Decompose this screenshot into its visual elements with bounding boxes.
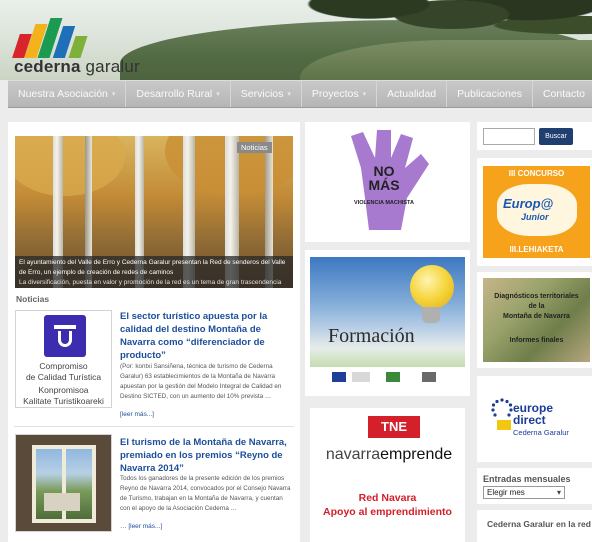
site-header: cederna garalur <box>0 0 592 80</box>
news-text-2: Todos los ganadores de la presente edici… <box>120 475 291 512</box>
slider-caption: El ayuntamiento del Valle de Erro y Cede… <box>15 256 293 288</box>
news-title-2[interactable]: El turismo de la Montaña de Navarra, pre… <box>120 436 292 475</box>
funding-logos <box>310 367 465 387</box>
banner-formacion[interactable]: Formación <box>310 257 465 387</box>
banner-europe-direct[interactable]: europe direct Cederna Garalur <box>483 384 590 454</box>
news-read-more-2[interactable]: … [leer más...] <box>120 523 162 530</box>
nav-item-publicaciones[interactable]: Publicaciones <box>447 81 533 107</box>
diag-line-4: Informes finales <box>509 337 564 344</box>
nomas-subtitle: VIOLENCIA MACHISTA <box>354 200 414 206</box>
direct-word: direct <box>513 413 546 427</box>
news-read-more-2-label[interactable]: [leer más...] <box>128 523 162 530</box>
emprende-word: emprende <box>380 446 453 463</box>
europe-direct-bar <box>497 420 511 430</box>
header-trees <box>270 0 592 60</box>
banner-europa-junior[interactable]: III CONCURSO Europ@ Junior III.LEHIAKETA <box>483 166 590 258</box>
europe-direct-org: Cederna Garalur <box>513 428 569 437</box>
nomas-line-2: MÁS <box>368 177 400 193</box>
calidad-line-3: Konpromisoa <box>38 385 89 395</box>
news-divider <box>14 426 294 427</box>
nomas-title: NO MÁS <box>349 164 419 192</box>
calidad-line-4: Kalitate Turistikoareki <box>23 396 104 406</box>
formacion-title: Formación <box>328 325 415 347</box>
nav-item-proyectos[interactable]: Proyectos <box>302 81 378 107</box>
calidad-line-1: Compromiso <box>39 361 88 371</box>
nav-item-actualidad[interactable]: Actualidad <box>377 81 448 107</box>
diag-line-2: de la <box>528 303 545 310</box>
featured-slider[interactable]: Noticias El ayuntamiento del Valle de Er… <box>15 136 293 288</box>
concurso-subtitle: III.LEHIAKETA <box>509 245 564 254</box>
lightbulb-icon <box>410 265 454 309</box>
concurso-title: III CONCURSO <box>508 169 565 178</box>
logo-text-rest: garalur <box>80 57 140 76</box>
archive-title: Entradas mensuales <box>483 474 571 484</box>
social-widget-title: Cederna Garalur en la red <box>487 519 591 529</box>
lightbulb-base <box>422 307 440 323</box>
eu-stars-icon <box>491 398 513 417</box>
slider-caption-text-2: La diversificación, puesta en valor y pr… <box>19 279 282 286</box>
diag-line-1: Diagnósticos territoriales <box>494 293 579 300</box>
navarra-emprende-wordmark: navarraemprende <box>314 446 464 464</box>
nav-item-contacto[interactable]: Contacto <box>533 81 592 107</box>
concurso-logo-junior: Junior <box>521 212 549 222</box>
search-input[interactable] <box>483 128 535 145</box>
logo-text-bold: cederna <box>14 57 81 76</box>
banner-diagnosticos[interactable]: Diagnósticos territoriales de la Montaña… <box>483 278 590 362</box>
nav-item-nuestra-asociacion[interactable]: Nuestra Asociación <box>8 81 127 107</box>
nav-item-servicios[interactable]: Servicios <box>231 81 302 107</box>
news-text-1: (Por: kontxi Sansiñena, técnica de turis… <box>120 363 282 400</box>
news-thumbnail-calidad[interactable]: Compromiso de Calidad Turística Konpromi… <box>15 310 112 408</box>
site-logo-text[interactable]: cederna garalur <box>14 57 140 77</box>
red-navarra-line-2: Apoyo al emprendimiento <box>323 506 452 518</box>
news-read-more-1[interactable]: [leer más...] <box>120 411 154 418</box>
search-button[interactable]: Buscar <box>539 128 573 145</box>
tne-logo: TNE <box>368 416 420 438</box>
red-navarra-line-1: Red Navara <box>358 492 417 504</box>
diag-line-3: Montaña de Navarra <box>503 313 570 320</box>
month-select[interactable]: Elegir mes <box>483 486 565 499</box>
sidebar: Buscar III CONCURSO Europ@ Junior III.LE… <box>477 122 592 542</box>
navarra-word: navarra <box>325 446 381 463</box>
banner-column: NO MÁS VIOLENCIA MACHISTA Formación TNE n… <box>305 122 470 542</box>
logo-icon[interactable] <box>12 14 88 58</box>
banner-no-mas[interactable]: NO MÁS VIOLENCIA MACHISTA <box>305 122 470 242</box>
calidad-logo-icon <box>44 315 86 357</box>
nav-item-desarrollo-rural[interactable]: Desarrollo Rural <box>126 81 231 107</box>
slider-category-badge[interactable]: Noticias <box>237 142 272 153</box>
slider-caption-text[interactable]: El ayuntamiento del Valle de Erro y Cede… <box>19 258 289 278</box>
main-column: Noticias El ayuntamiento del Valle de Er… <box>8 122 300 542</box>
concurso-logo-europa: Europ@ <box>503 196 554 211</box>
page: cederna garalur Nuestra Asociación Desar… <box>0 0 592 542</box>
news-thumbnail-window[interactable] <box>15 434 112 532</box>
banner-navarra-emprende[interactable]: TNE navarraemprende Red Navara Apoyo al … <box>310 408 465 542</box>
main-nav: Nuestra Asociación Desarrollo Rural Serv… <box>8 80 592 108</box>
news-section-title: Noticias <box>16 294 50 304</box>
calidad-line-2: de Calidad Turística <box>25 372 102 382</box>
news-title-1[interactable]: El sector turístico apuesta por la calid… <box>120 310 292 362</box>
